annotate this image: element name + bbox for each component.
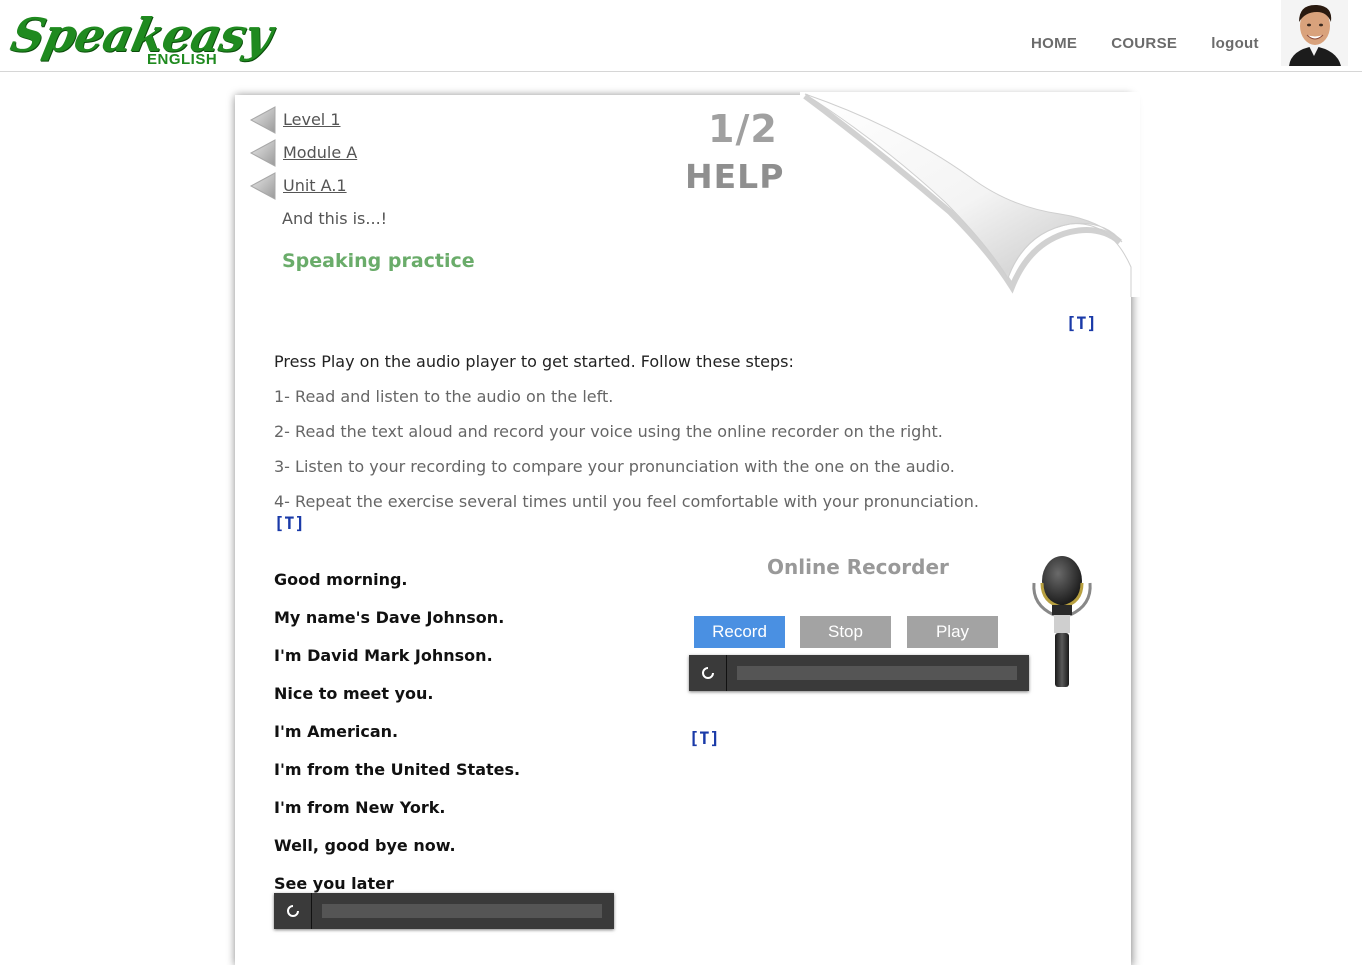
breadcrumb-link-unit[interactable]: Unit A.1 (283, 176, 347, 195)
dialogue-text: Good morning. My name's Dave Johnson. I'… (274, 568, 520, 910)
audio-play-button[interactable] (274, 893, 312, 929)
audio-progress-track[interactable] (322, 904, 602, 918)
page-counter: 1/2 (708, 107, 778, 151)
breadcrumb-link-module[interactable]: Module A (283, 143, 357, 162)
breadcrumb-item-module: Module A (249, 136, 357, 169)
dialogue-line: Nice to meet you. (274, 684, 434, 703)
user-avatar[interactable] (1281, 0, 1348, 66)
play-button[interactable]: Play (907, 616, 998, 648)
translate-link-top[interactable]: [T] (1066, 314, 1097, 334)
dialogue-line: I'm from the United States. (274, 760, 521, 779)
stop-button[interactable]: Stop (800, 616, 891, 648)
dialogue-line: I'm from New York. (274, 798, 446, 817)
intro-text: And this is...! (282, 209, 388, 228)
lesson-audio-player (274, 893, 614, 929)
breadcrumb-item-level: Level 1 (249, 103, 357, 136)
instruction-step: 1- Read and listen to the audio on the l… (274, 387, 614, 406)
dialogue-line: Well, good bye now. (274, 836, 456, 855)
nav-home[interactable]: HOME (1031, 35, 1077, 52)
triangle-left-icon[interactable] (249, 105, 277, 134)
site-header: Speakeasy ENGLISH HOME COURSE logout (0, 0, 1362, 72)
dialogue-line: Good morning. (274, 570, 408, 589)
recorder-title: Online Recorder (767, 555, 949, 579)
triangle-left-icon[interactable] (249, 138, 277, 167)
breadcrumb-link-level[interactable]: Level 1 (283, 110, 341, 129)
help-title[interactable]: HELP (685, 157, 784, 196)
dialogue-line: My name's Dave Johnson. (274, 608, 505, 627)
section-title: Speaking practice (282, 250, 475, 272)
recording-play-button[interactable] (689, 655, 727, 691)
speakeasy-logo[interactable]: Speakeasy ENGLISH (6, 8, 277, 70)
dialogue-line: I'm American. (274, 722, 399, 741)
instruction-step: 2- Read the text aloud and record your v… (274, 422, 943, 441)
recording-progress-track[interactable] (737, 666, 1017, 680)
instructions-lead: Press Play on the audio player to get st… (274, 352, 794, 371)
translate-link-recorder[interactable]: [T] (689, 729, 720, 749)
logo-wordmark: Speakeasy (6, 8, 277, 62)
loading-icon (701, 667, 714, 679)
logo-subtitle: ENGLISH (147, 51, 218, 68)
main-nav: HOME COURSE logout (1031, 35, 1293, 52)
nav-logout[interactable]: logout (1211, 35, 1259, 52)
loading-icon (286, 905, 299, 917)
recorder-audio-player (689, 655, 1029, 691)
instruction-step: 4- Repeat the exercise several times unt… (274, 492, 979, 511)
page-curl-decoration (800, 92, 1140, 297)
triangle-left-icon[interactable] (249, 171, 277, 200)
record-button[interactable]: Record (694, 616, 785, 648)
microphone-icon (1032, 556, 1092, 687)
translate-link-instructions[interactable]: [T] (274, 514, 305, 534)
nav-course[interactable]: COURSE (1111, 35, 1177, 52)
instruction-step: 3- Listen to your recording to compare y… (274, 457, 955, 476)
dialogue-line: I'm David Mark Johnson. (274, 646, 493, 665)
breadcrumb: Level 1 Module A Unit A.1 (249, 103, 357, 202)
breadcrumb-item-unit: Unit A.1 (249, 169, 357, 202)
